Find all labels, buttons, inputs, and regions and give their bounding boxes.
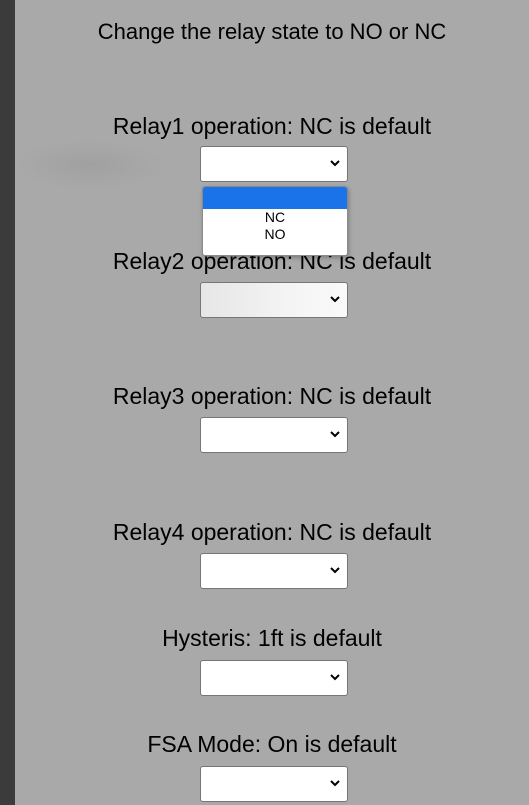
chevron-down-icon	[330, 674, 340, 681]
fsa-mode-group: FSA Mode: On is default	[15, 730, 529, 758]
settings-panel: Change the relay state to NO or NC Relay…	[15, 0, 529, 805]
hysteris-label: Hysteris: 1ft is default	[162, 625, 382, 651]
relay1-select[interactable]	[200, 146, 348, 182]
chevron-down-icon	[330, 431, 340, 438]
dropdown-option-blank[interactable]	[203, 187, 347, 209]
relay3-group: Relay3 operation: NC is default	[15, 382, 529, 410]
dropdown-option-nc[interactable]: NC	[203, 209, 347, 226]
relay3-label: Relay3 operation: NC is default	[112, 383, 432, 409]
chevron-down-icon	[330, 160, 340, 167]
relay4-label: Relay4 operation: NC is default	[112, 519, 432, 545]
fsa-mode-label: FSA Mode: On is default	[147, 731, 397, 757]
hysteris-select[interactable]	[200, 660, 348, 696]
background-smudge	[15, 140, 165, 190]
fsa-mode-select[interactable]	[200, 766, 348, 802]
relay4-group: Relay4 operation: NC is default	[15, 518, 529, 546]
relay2-select[interactable]	[200, 282, 348, 318]
relay1-dropdown-list: NC NO	[202, 186, 348, 256]
chevron-down-icon	[330, 296, 340, 303]
hysteris-group: Hysteris: 1ft is default	[15, 624, 529, 652]
relay1-group: Relay1 operation: NC is default	[15, 112, 529, 140]
page-heading: Change the relay state to NO or NC	[97, 19, 447, 44]
relay1-label: Relay1 operation: NC is default	[112, 113, 432, 139]
chevron-down-icon	[330, 567, 340, 574]
dropdown-option-no[interactable]: NO	[203, 226, 347, 243]
relay4-select[interactable]	[200, 553, 348, 589]
chevron-down-icon	[330, 780, 340, 787]
relay3-select[interactable]	[200, 417, 348, 453]
